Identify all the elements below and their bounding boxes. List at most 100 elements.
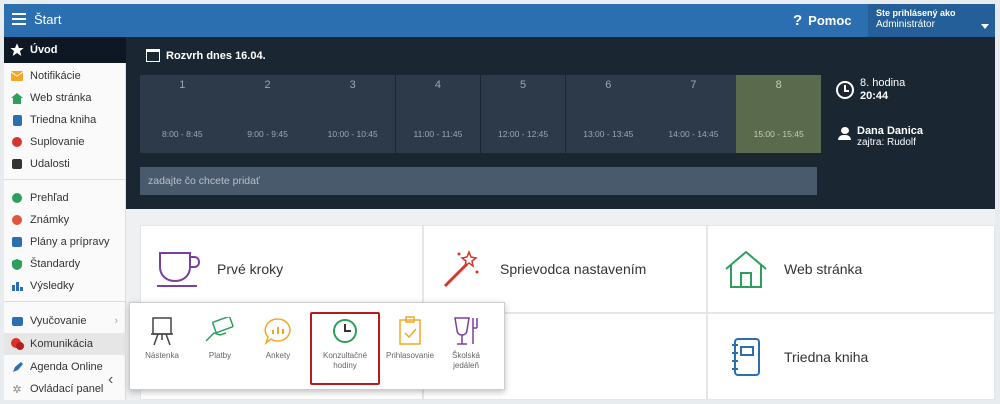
money-hand-icon bbox=[194, 315, 246, 347]
folder-icon bbox=[4, 237, 30, 247]
sidebar-item-label: Známky bbox=[30, 214, 70, 226]
period-time: 13:00 - 13:45 bbox=[583, 129, 634, 139]
period-number: 3 bbox=[349, 79, 356, 91]
user-caption: Ste prihlásený ako bbox=[876, 8, 956, 18]
period-number: 7 bbox=[690, 79, 697, 91]
submenu-label: Ankety bbox=[265, 351, 291, 360]
sidebar: Úvod Notifikácie Web stránka Triedna kni… bbox=[4, 37, 126, 400]
person-icon bbox=[838, 127, 851, 141]
briefcase-icon bbox=[4, 316, 30, 326]
teacher-name: Dana Danica bbox=[857, 125, 924, 137]
period-number: 1 bbox=[179, 79, 186, 91]
period-time: 10:00 - 10:45 bbox=[327, 129, 378, 139]
sidebar-item-suplovanie[interactable]: Suplovanie bbox=[4, 131, 126, 153]
sidebar-item-komunikacia[interactable]: Komunikácia bbox=[4, 333, 126, 355]
tile-web-stranka[interactable]: Web stránka bbox=[707, 225, 995, 313]
period-cell[interactable]: 7 14:00 - 14:45 bbox=[651, 75, 736, 153]
period-cell[interactable]: 6 13:00 - 13:45 bbox=[565, 75, 651, 153]
notebook-icon bbox=[722, 333, 770, 381]
teacher-tomorrow: zajtra: Rudolf bbox=[857, 137, 916, 148]
clock-icon bbox=[836, 81, 854, 99]
period-cell[interactable]: 1 8:00 - 8:45 bbox=[140, 75, 225, 153]
page-title: Štart bbox=[34, 12, 62, 27]
period-cell[interactable]: 3 10:00 - 10:45 bbox=[310, 75, 396, 153]
chevron-right-icon: › bbox=[114, 315, 118, 327]
cup-icon bbox=[155, 245, 203, 293]
calendar-icon bbox=[4, 159, 30, 169]
magic-wand-icon bbox=[438, 245, 486, 293]
submenu-label: Školská jedáleň bbox=[451, 351, 480, 370]
quick-add-input[interactable] bbox=[140, 167, 817, 195]
star-icon bbox=[4, 42, 30, 58]
period-time: 8:00 - 8:45 bbox=[162, 129, 203, 139]
sidebar-item-notifikacie[interactable]: Notifikácie bbox=[4, 65, 126, 87]
period-time: 9:00 - 9:45 bbox=[247, 129, 288, 139]
period-number: 8 bbox=[775, 79, 782, 91]
sidebar-item-label: Udalosti bbox=[30, 158, 70, 170]
home-icon bbox=[4, 92, 30, 104]
period-time: 15:00 - 15:45 bbox=[753, 129, 804, 139]
sidebar-item-vyucovanie[interactable]: Vyučovanie › bbox=[4, 310, 126, 332]
bar-chart-icon bbox=[4, 281, 30, 291]
sidebar-item-udalosti[interactable]: Udalosti bbox=[4, 153, 126, 175]
sidebar-item-web-stranka[interactable]: Web stránka bbox=[4, 87, 126, 109]
cutlery-icon bbox=[440, 315, 492, 347]
submenu-label: Nástenka bbox=[145, 351, 179, 360]
sidebar-item-znamky[interactable]: Známky bbox=[4, 209, 126, 231]
period-time: 14:00 - 14:45 bbox=[668, 129, 719, 139]
schedule-title-text: Rozvrh dnes 16.04. bbox=[166, 49, 266, 62]
period-number: 2 bbox=[264, 79, 271, 91]
tile-label: Sprievodca nastavením bbox=[500, 261, 647, 277]
user-menu[interactable]: Ste prihlásený ako Administrátor bbox=[868, 4, 995, 37]
app-window: Štart ? Pomoc Ste prihlásený ako Administ… bbox=[4, 4, 995, 400]
tile-sprievodca[interactable]: Sprievodca nastavením bbox=[423, 225, 707, 313]
period-time: 12:00 - 12:45 bbox=[498, 129, 549, 139]
collapse-sidebar-icon[interactable]: ‹ bbox=[108, 371, 113, 389]
sidebar-item-label: Notifikácie bbox=[30, 70, 81, 82]
sidebar-item-plany[interactable]: Plány a prípravy bbox=[4, 231, 126, 253]
tile-label: Triedna kniha bbox=[784, 348, 869, 365]
user-role: Administrátor bbox=[876, 19, 935, 30]
period-number: 5 bbox=[520, 79, 527, 91]
envelope-icon bbox=[4, 71, 30, 81]
period-number: 4 bbox=[434, 79, 441, 91]
tile-prve-kroky[interactable]: Prvé kroky bbox=[140, 225, 423, 313]
sidebar-item-uvod[interactable]: Úvod bbox=[4, 37, 126, 63]
sidebar-item-label: Vyučovanie bbox=[30, 315, 87, 327]
submenu-prihlasovanie[interactable]: Prihlasovanie bbox=[384, 315, 436, 361]
submenu-nastenka[interactable]: Nástenka bbox=[136, 315, 188, 361]
sidebar-item-label: Ovládací panel bbox=[30, 383, 104, 395]
tile-label: Web stránka bbox=[784, 261, 863, 277]
sidebar-item-standardy[interactable]: Štandardy bbox=[4, 253, 126, 275]
chevron-down-icon bbox=[981, 24, 989, 29]
submenu-ankety[interactable]: Ankety bbox=[252, 315, 304, 361]
hour-label: 8. hodina bbox=[860, 77, 906, 89]
sidebar-item-label: Výsledky bbox=[30, 280, 75, 292]
hamburger-menu-icon[interactable] bbox=[12, 13, 26, 25]
house-outline-icon bbox=[722, 245, 770, 293]
shield-icon bbox=[4, 258, 30, 270]
question-mark-icon: ? bbox=[793, 12, 803, 29]
sidebar-item-label: Štandardy bbox=[30, 258, 81, 270]
sidebar-item-triedna-kniha[interactable]: Triedna kniha bbox=[4, 109, 126, 131]
komunikacia-submenu: Nástenka Platby Ankety Konzultačné hodin… bbox=[129, 302, 505, 390]
period-cell[interactable]: 2 9:00 - 9:45 bbox=[225, 75, 310, 153]
sidebar-item-vysledky[interactable]: Výsledky bbox=[4, 275, 126, 297]
sidebar-item-label: Úvod bbox=[30, 44, 58, 56]
submenu-konzultacne-hodiny[interactable]: Konzultačné hodiny bbox=[319, 315, 371, 371]
period-cell[interactable]: 5 12:00 - 12:45 bbox=[480, 75, 566, 153]
calendar-icon bbox=[146, 49, 160, 62]
period-cell[interactable]: 4 11:00 - 11:45 bbox=[395, 75, 481, 153]
period-cell-current[interactable]: 8 15:00 - 15:45 bbox=[736, 75, 821, 153]
tile-triedna-kniha[interactable]: Triedna kniha bbox=[707, 313, 995, 400]
sidebar-item-prehlad[interactable]: Prehľad bbox=[4, 187, 126, 209]
clipboard-check-icon bbox=[384, 315, 436, 347]
submenu-label: Prihlasovanie bbox=[385, 351, 435, 360]
help-label: Pomoc bbox=[808, 13, 852, 28]
help-button[interactable]: ? Pomoc bbox=[793, 12, 852, 29]
schedule-title: Rozvrh dnes 16.04. bbox=[146, 49, 266, 62]
submenu-skolska-jedalen[interactable]: Školská jedáleň bbox=[440, 315, 492, 371]
pen-icon bbox=[4, 361, 30, 373]
submenu-platby[interactable]: Platby bbox=[194, 315, 246, 361]
gear-icon: ✲ bbox=[12, 383, 22, 396]
